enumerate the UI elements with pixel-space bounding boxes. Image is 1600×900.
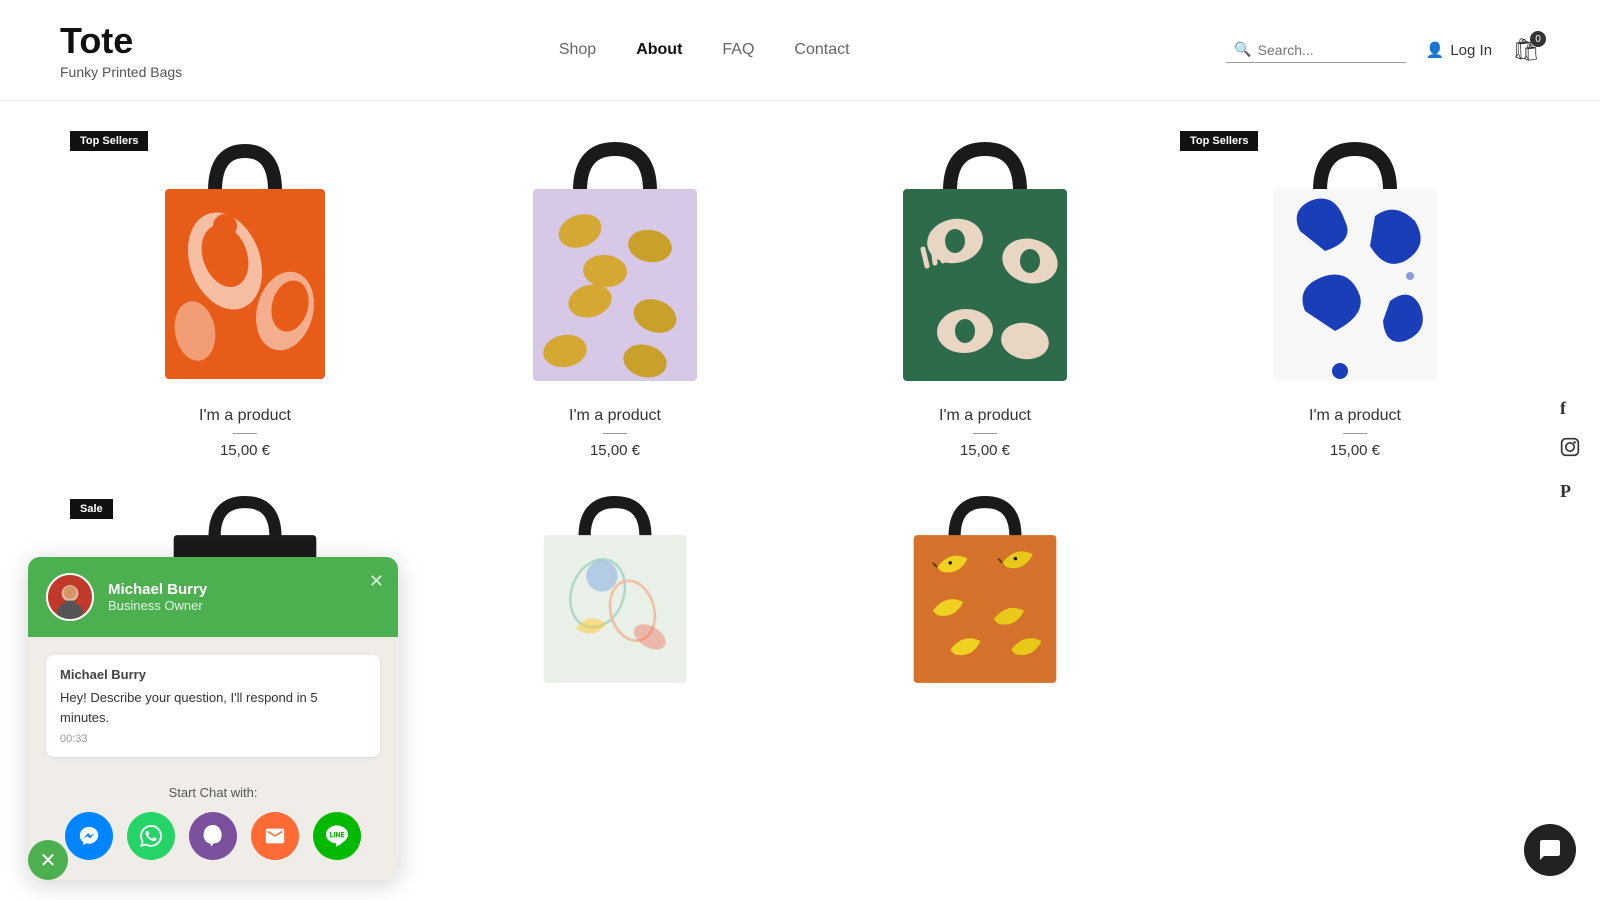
badge-top-sellers-1: Top Sellers xyxy=(70,131,148,151)
product-card-8[interactable] xyxy=(1170,489,1540,699)
product-card-2[interactable]: I'm a product 15,00 € xyxy=(430,121,800,469)
messenger-button[interactable] xyxy=(65,812,113,860)
logo-tagline: Funky Printed Bags xyxy=(60,64,182,80)
chat-close-circle-button[interactable]: ✕ xyxy=(28,840,68,880)
product-name-2: I'm a product xyxy=(569,407,661,425)
line-button[interactable] xyxy=(313,812,361,860)
product-price-3: 15,00 € xyxy=(960,442,1010,459)
chat-user-info: Michael Burry Business Owner xyxy=(108,581,380,613)
product-divider-2 xyxy=(603,433,627,434)
chat-avatar xyxy=(46,573,94,621)
header: Tote Funky Printed Bags Shop About FAQ C… xyxy=(0,0,1600,101)
cart-badge: 0 xyxy=(1530,31,1546,47)
product-card-7[interactable] xyxy=(800,489,1170,699)
product-price-1: 15,00 € xyxy=(220,442,270,459)
instagram-icon[interactable] xyxy=(1560,437,1580,463)
product-price-2: 15,00 € xyxy=(590,442,640,459)
chat-message-area: Michael Burry Hey! Describe your questio… xyxy=(28,637,398,775)
nav-about[interactable]: About xyxy=(636,41,682,59)
product-image-7 xyxy=(875,489,1095,689)
product-divider-3 xyxy=(973,433,997,434)
product-name-4: I'm a product xyxy=(1309,407,1401,425)
chat-apps xyxy=(46,812,380,860)
main-nav: Shop About FAQ Contact xyxy=(559,41,850,59)
product-image-3 xyxy=(875,131,1095,391)
user-icon: 👤 xyxy=(1426,41,1445,59)
search-icon: 🔍 xyxy=(1234,41,1251,58)
product-image-4 xyxy=(1245,131,1465,391)
chat-close-button[interactable]: ✕ xyxy=(369,571,384,592)
chat-footer: Start Chat with: xyxy=(28,775,398,880)
login-label: Log In xyxy=(1450,42,1492,59)
nav-faq[interactable]: FAQ xyxy=(722,41,754,59)
header-right: 🔍 👤 Log In 🛍 0 xyxy=(1226,37,1540,63)
product-image-1 xyxy=(135,131,355,391)
chat-message-bubble: Michael Burry Hey! Describe your questio… xyxy=(46,655,380,757)
facebook-icon[interactable]: f xyxy=(1560,398,1580,419)
chat-header: Michael Burry Business Owner ✕ xyxy=(28,557,398,637)
whatsapp-button[interactable] xyxy=(127,812,175,860)
chat-user-name: Michael Burry xyxy=(108,581,380,598)
chat-message-text: Hey! Describe your question, I'll respon… xyxy=(60,688,366,727)
product-image-6 xyxy=(505,489,725,689)
viber-button[interactable] xyxy=(189,812,237,860)
chat-message-sender: Michael Burry xyxy=(60,667,366,682)
email-button[interactable] xyxy=(251,812,299,860)
logo-title: Tote xyxy=(60,20,182,62)
product-grid-row1: Top Sellers I'm a product 15,00 € xyxy=(0,101,1600,489)
badge-top-sellers-2: Top Sellers xyxy=(1180,131,1258,151)
chat-user-role: Business Owner xyxy=(108,598,380,613)
pinterest-icon[interactable]: P xyxy=(1560,481,1580,502)
search-box[interactable]: 🔍 xyxy=(1226,37,1405,63)
chat-start-label: Start Chat with: xyxy=(46,785,380,800)
nav-shop[interactable]: Shop xyxy=(559,41,596,59)
product-divider-4 xyxy=(1343,433,1367,434)
product-image-2 xyxy=(505,131,725,391)
login-button[interactable]: 👤 Log In xyxy=(1426,41,1492,59)
cart-button[interactable]: 🛍 0 xyxy=(1512,37,1540,63)
nav-contact[interactable]: Contact xyxy=(794,41,849,59)
product-price-4: 15,00 € xyxy=(1330,442,1380,459)
badge-sale: Sale xyxy=(70,499,113,519)
product-card-1[interactable]: Top Sellers I'm a product 15,00 € xyxy=(60,121,430,469)
product-card-6[interactable] xyxy=(430,489,800,699)
product-divider-1 xyxy=(233,433,257,434)
product-card-4[interactable]: Top Sellers I'm a product 15,00 € xyxy=(1170,121,1540,469)
chat-widget: Michael Burry Business Owner ✕ Michael B… xyxy=(28,557,398,880)
chat-bubble-button[interactable] xyxy=(1524,824,1576,876)
social-sidebar: f P xyxy=(1560,398,1580,502)
product-name-1: I'm a product xyxy=(199,407,291,425)
logo-area: Tote Funky Printed Bags xyxy=(60,20,182,80)
chat-message-time: 00:33 xyxy=(60,733,366,745)
product-name-3: I'm a product xyxy=(939,407,1031,425)
search-input[interactable] xyxy=(1258,42,1398,58)
product-card-3[interactable]: I'm a product 15,00 € xyxy=(800,121,1170,469)
